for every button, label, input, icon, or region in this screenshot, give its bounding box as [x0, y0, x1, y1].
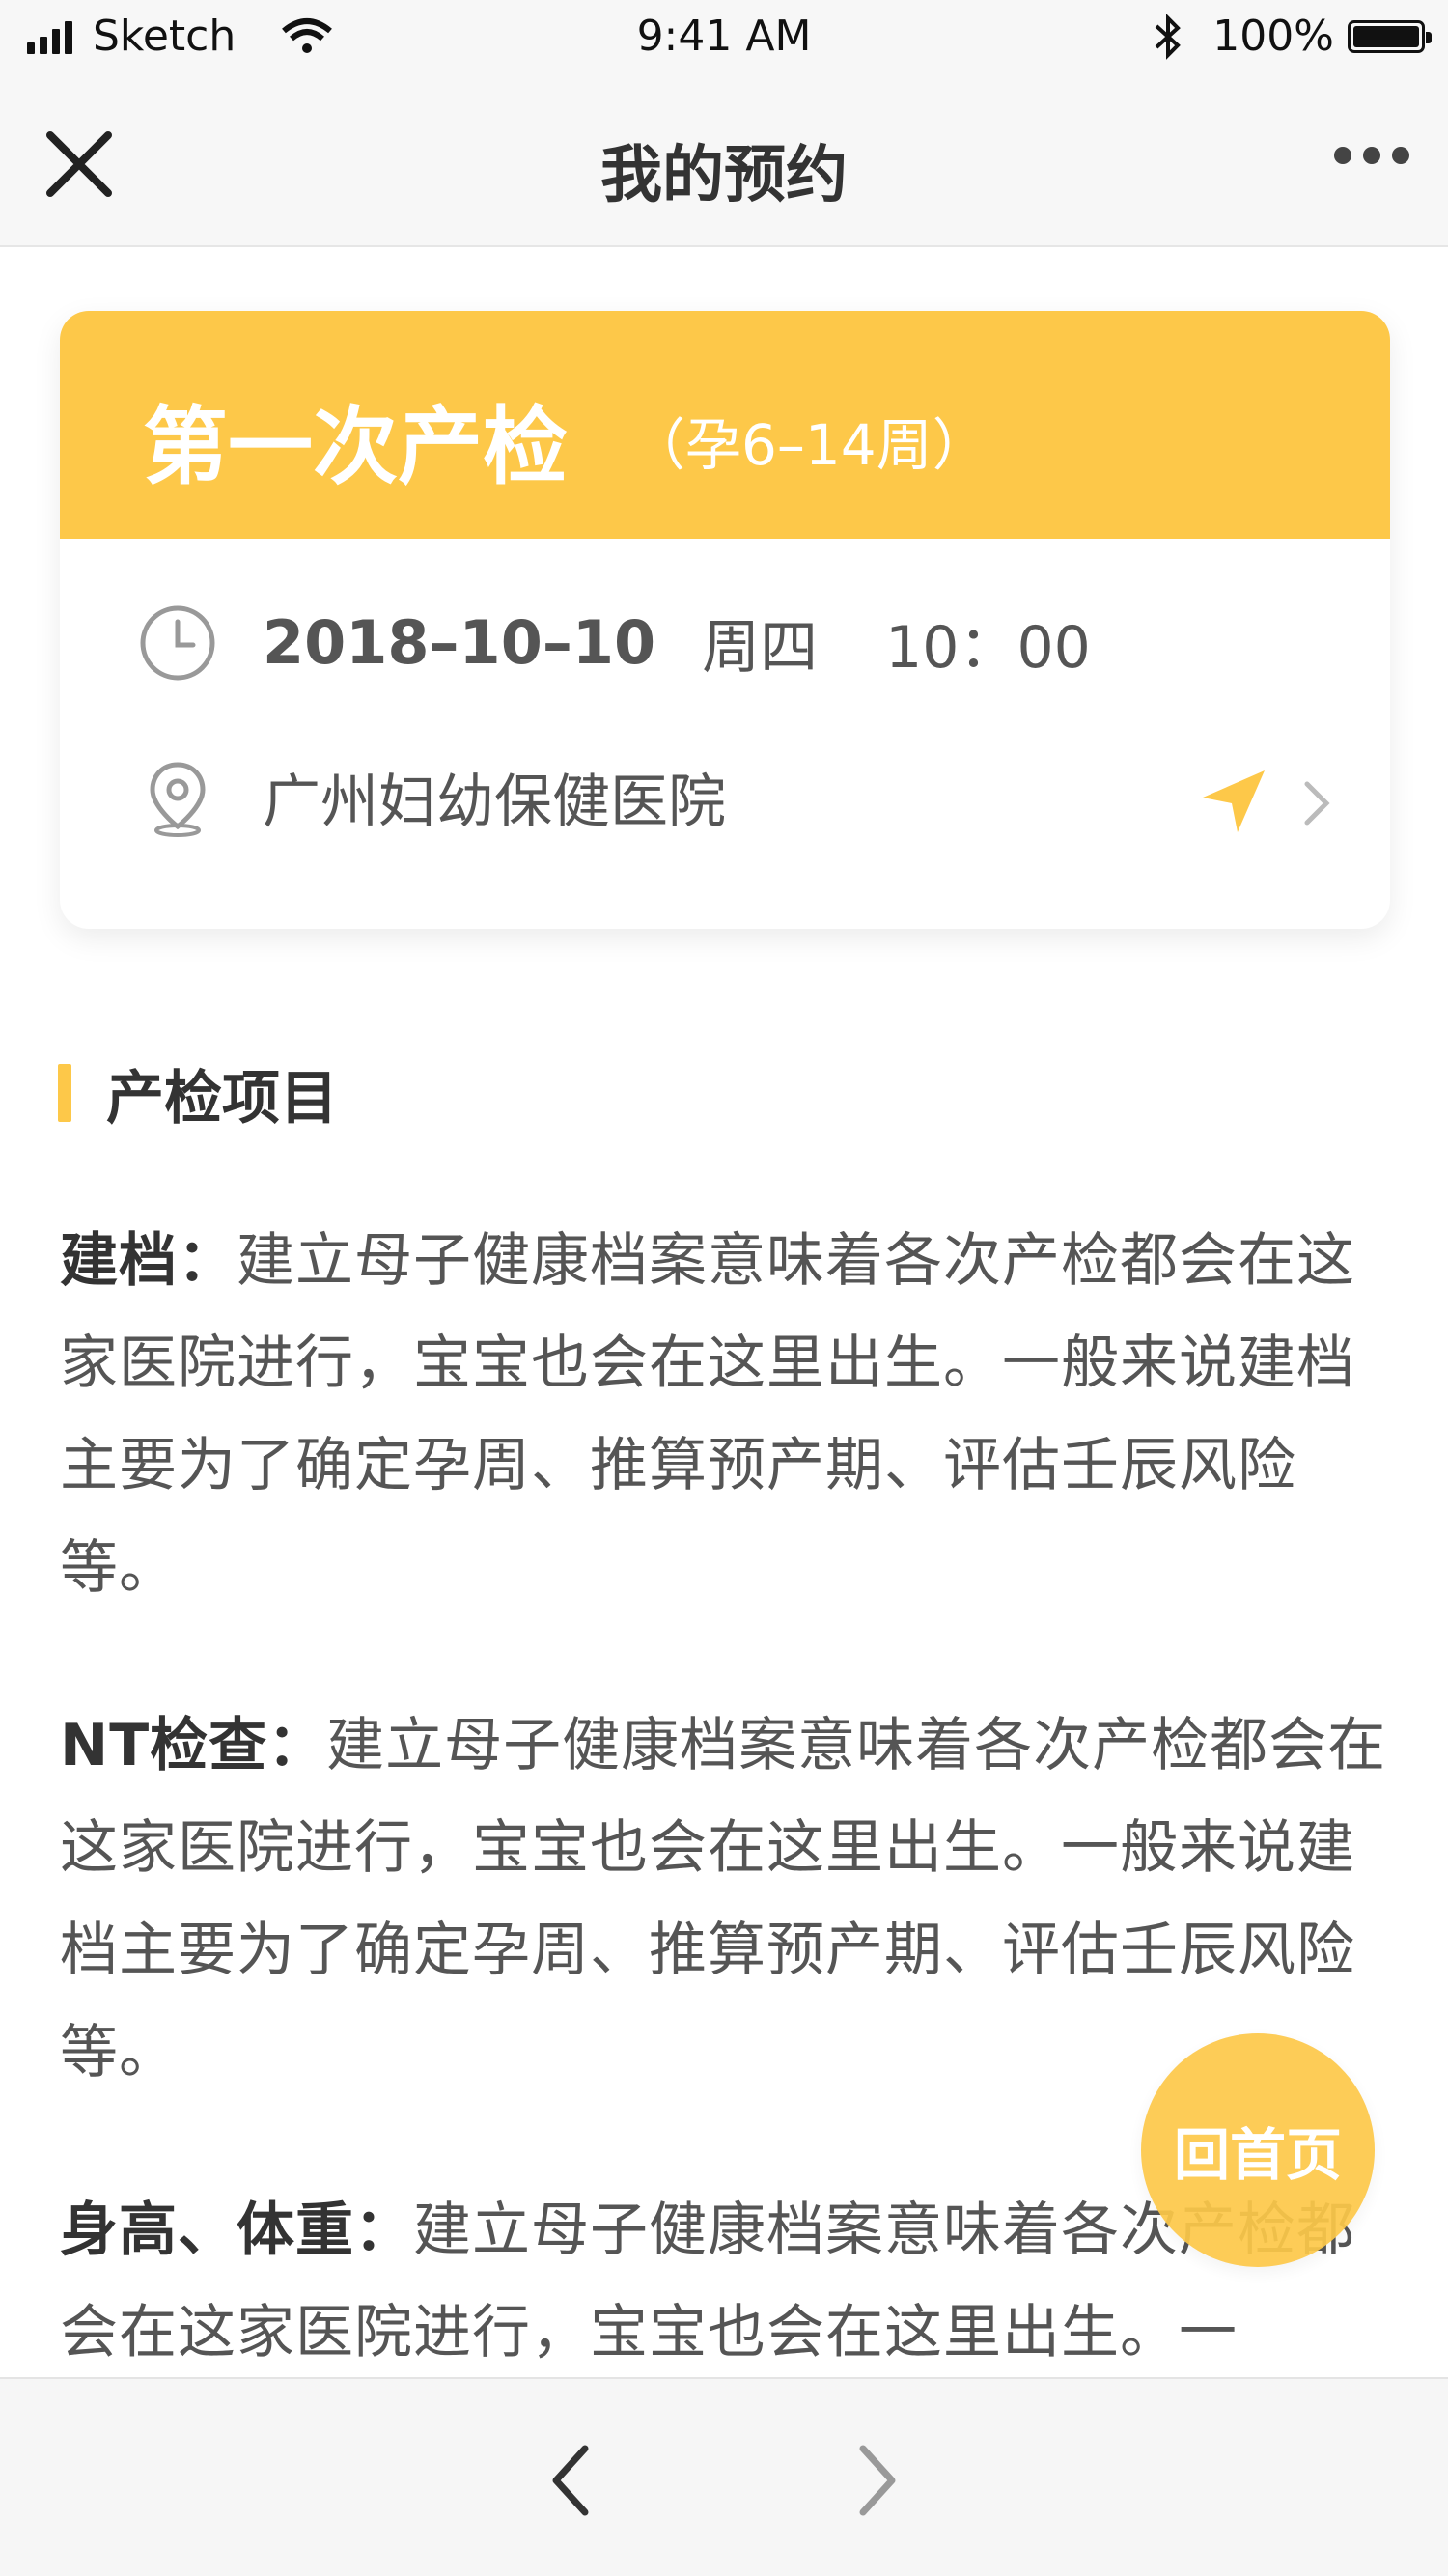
battery-icon [1348, 19, 1432, 53]
appointment-location: 广州妇幼保健医院 [263, 769, 726, 836]
appointment-time: 10：00 [885, 614, 1091, 682]
appointment-card[interactable]: 第一次产检 （孕6–14周） 2018–10–10 周四 10：00 广州妇幼保… [60, 311, 1390, 929]
appointment-title: 第一次产检 [143, 397, 569, 496]
checkup-item: NT检查：建立母子健康档案意味着各次产检都会在这家医院进行，宝宝也会在这里出生。… [60, 1694, 1392, 2104]
navigation-bar: 我的预约 [0, 77, 1448, 247]
chevron-right-icon[interactable] [849, 2437, 907, 2524]
home-button-label: 回首页 [1173, 2122, 1342, 2188]
location-pin-icon [150, 761, 206, 837]
bluetooth-icon [1155, 13, 1182, 60]
appointment-location-row[interactable]: 广州妇幼保健医院 [137, 755, 726, 839]
section-header: 产检项目 [58, 1062, 338, 1133]
checkup-item: 建档：建立母子健康档案意味着各次产检都会在这家医院进行，宝宝也会在这里出生。一般… [60, 1210, 1392, 1619]
clock-icon [140, 605, 215, 680]
section-title: 产检项目 [106, 1064, 338, 1133]
appointment-card-header: 第一次产检 （孕6–14周） [60, 311, 1390, 539]
checkup-item-label: 身高、体重： [60, 2197, 413, 2264]
battery-label: 100% [1212, 12, 1334, 61]
home-button[interactable]: 回首页 [1141, 2033, 1375, 2267]
appointment-date: 2018–10–10 [263, 607, 656, 678]
appointment-time-row: 2018–10–10 周四 10：00 [137, 601, 1091, 685]
section-accent-bar [58, 1064, 71, 1122]
checkup-item-label: NT检查： [60, 1712, 327, 1779]
checkup-item-text: 建立母子健康档案意味着各次产检都会在这家医院进行，宝宝也会在这里出生。一般来说建… [60, 1227, 1355, 1602]
page-title: 我的预约 [600, 140, 848, 211]
more-icon[interactable] [1323, 147, 1409, 164]
appointment-subtitle: （孕6–14周） [629, 412, 989, 478]
navigation-arrow-icon[interactable] [1197, 765, 1270, 838]
status-bar: Sketch 9:41 AM 100% [0, 0, 1448, 77]
chevron-left-icon[interactable] [541, 2437, 599, 2524]
status-right: 100% [1151, 12, 1432, 61]
checkup-item-label: 建档： [60, 1227, 237, 1295]
bottom-toolbar [0, 2377, 1448, 2576]
appointment-weekday: 周四 [702, 614, 819, 682]
chevron-right-icon[interactable] [1297, 776, 1336, 830]
